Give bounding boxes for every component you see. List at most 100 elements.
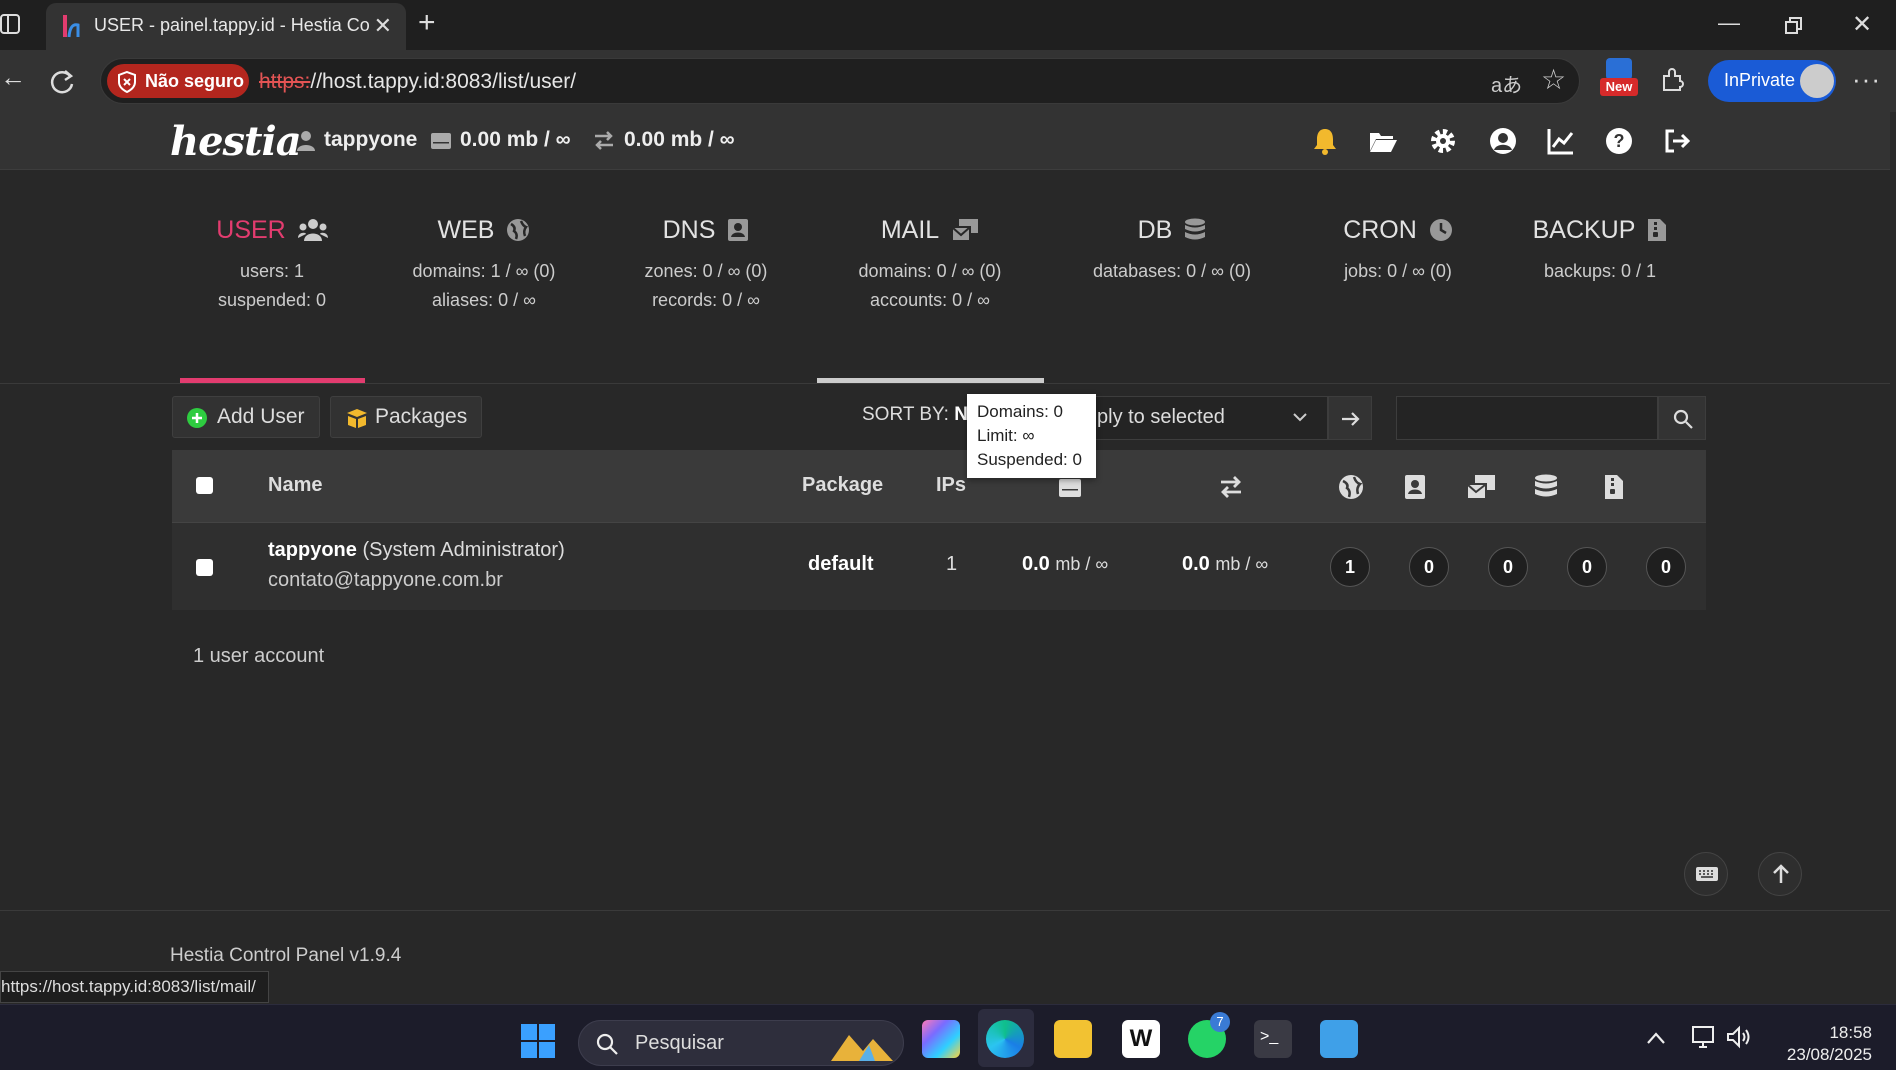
search-button[interactable] (1658, 396, 1706, 440)
user-circle-icon[interactable] (1488, 126, 1518, 156)
ips-cell: 1 (946, 553, 958, 575)
whatsapp-app-icon[interactable]: 7 (1188, 1012, 1230, 1058)
insecure-badge[interactable]: Não seguro (107, 64, 249, 98)
account-count: 1 user account (193, 645, 325, 667)
svg-text:?: ? (1614, 131, 1625, 151)
stats-chart-icon[interactable] (1546, 126, 1576, 156)
search-input[interactable] (1396, 396, 1658, 440)
stat-db[interactable]: DB databases: 0 / ∞ (0) (1072, 213, 1272, 282)
row-checkbox[interactable] (196, 559, 213, 576)
browser-address-bar: ← Não seguro https://host.tappy.id:8083/… (0, 50, 1896, 112)
chevron-up-icon[interactable] (1646, 1031, 1666, 1045)
packages-label: Packages (375, 405, 468, 428)
windows-start-icon[interactable] (520, 1023, 556, 1059)
footer-version: Hestia Control Panel v1.9.4 (170, 945, 402, 966)
sort-by[interactable]: SORT BY: N (862, 404, 968, 426)
stat-web[interactable]: WEB domains: 1 / ∞ (0) aliases: 0 / ∞ (384, 213, 584, 311)
bell-icon[interactable] (1310, 126, 1340, 156)
news-extension-icon[interactable]: New (1600, 56, 1638, 102)
address-book-header-icon (1405, 475, 1425, 499)
stat-cron-line1: jobs: 0 / ∞ (0) (1344, 261, 1452, 281)
volume-icon[interactable] (1726, 1025, 1752, 1049)
terminal-app-icon[interactable]: >_ (1254, 1020, 1292, 1058)
packages-button[interactable]: Packages (330, 396, 483, 438)
keyboard-shortcuts-button[interactable] (1684, 852, 1728, 896)
box-open-icon (347, 409, 367, 428)
stat-web-title: WEB (437, 215, 495, 244)
translate-icon[interactable]: aあ (1491, 69, 1522, 98)
web-count-badge[interactable]: 1 (1330, 547, 1370, 587)
stat-backup-line1: backups: 0 / 1 (1543, 261, 1657, 281)
sort-by-label: SORT BY: (862, 404, 949, 425)
apply-to-selected-select[interactable]: ply to selected (1092, 396, 1328, 440)
user-name-link[interactable]: tappyone (268, 539, 357, 561)
stat-mail[interactable]: MAIL domains: 0 / ∞ (0) accounts: 0 / ∞ (830, 213, 1030, 311)
scroll-top-button[interactable] (1758, 852, 1802, 896)
status-bar-url: https://host.tappy.id:8083/list/mail/ (0, 971, 269, 1003)
apply-button[interactable] (1328, 396, 1372, 440)
stat-dns-line2: records: 0 / ∞ (652, 290, 760, 310)
footer-divider (0, 910, 1896, 911)
logout-icon[interactable] (1662, 126, 1692, 156)
bw-value: 0.0 (1182, 553, 1210, 575)
edge-app-icon[interactable] (986, 1020, 1024, 1058)
w-app-icon[interactable]: W (1122, 1020, 1160, 1058)
disk-unit: mb / ∞ (1055, 554, 1109, 574)
database-icon (1185, 218, 1206, 240)
file-explorer-app-icon[interactable] (1054, 1020, 1092, 1058)
favorite-star-icon[interactable]: ☆ (1541, 63, 1566, 96)
gear-icon[interactable] (1428, 126, 1458, 156)
table-row[interactable]: tappyone (System Administrator) contato@… (172, 522, 1706, 610)
more-menu-icon[interactable]: ··· (1852, 64, 1881, 95)
mail-count-badge[interactable]: 0 (1488, 547, 1528, 587)
dns-count-badge[interactable]: 0 (1409, 547, 1449, 587)
db-count-badge[interactable]: 0 (1567, 547, 1607, 587)
disk-header-icon (1059, 479, 1081, 497)
reload-icon[interactable] (48, 68, 76, 96)
header-username[interactable]: tappyone (324, 128, 417, 152)
url-field[interactable]: Não seguro https://host.tappy.id:8083/li… (100, 58, 1580, 104)
taskbar-search[interactable]: Pesquisar (578, 1020, 904, 1066)
add-user-label: Add User (217, 405, 305, 428)
address-book-icon (728, 219, 749, 241)
folder-open-icon[interactable] (1368, 126, 1398, 156)
stat-user[interactable]: USER users: 1 suspended: 0 (172, 213, 372, 311)
header-bandwidth-usage: 0.00 mb / ∞ (624, 128, 735, 151)
browser-tab-active[interactable]: USER - painel.tappy.id - Hestia Co ✕ (46, 3, 406, 50)
tab-title: USER - painel.tappy.id - Hestia Co (94, 15, 370, 35)
stat-cron[interactable]: CRON jobs: 0 / ∞ (0) (1298, 213, 1498, 282)
add-user-button[interactable]: Add User (172, 396, 320, 438)
stat-backup[interactable]: BACKUP backups: 0 / 1 (1500, 213, 1700, 282)
col-package-header[interactable]: Package (802, 474, 883, 497)
inprivate-button[interactable]: InPrivate (1708, 60, 1836, 102)
network-icon[interactable] (1690, 1025, 1718, 1049)
backup-count-badge[interactable]: 0 (1646, 547, 1686, 587)
col-ips-header[interactable]: IPs (936, 474, 966, 497)
new-tab-icon[interactable]: + (418, 6, 436, 40)
hestia-logo[interactable]: hestia (170, 118, 302, 165)
copilot-app-icon[interactable] (922, 1020, 960, 1058)
window-close-icon[interactable]: ✕ (1852, 10, 1872, 39)
transfer-icon (595, 131, 613, 150)
page-scrollbar[interactable] (1890, 112, 1896, 1004)
restore-icon[interactable] (1784, 16, 1804, 36)
stat-dns[interactable]: DNS zones: 0 / ∞ (0) records: 0 / ∞ (606, 213, 806, 311)
help-icon[interactable]: ? (1604, 126, 1634, 156)
tab-close-icon[interactable]: ✕ (374, 13, 392, 39)
sidebar-toggle-icon[interactable] (0, 12, 22, 36)
stat-mail-line2: accounts: 0 / ∞ (870, 290, 990, 310)
plus-circle-icon (187, 408, 207, 428)
taskbar-clock[interactable]: 18:58 23/08/2025 (1772, 1022, 1872, 1066)
minimize-icon[interactable]: — (1718, 10, 1740, 36)
disk-value: 0.0 (1022, 553, 1050, 575)
extensions-icon[interactable] (1658, 66, 1686, 94)
back-icon[interactable]: ← (0, 62, 26, 93)
taskbar-search-placeholder: Pesquisar (635, 1032, 724, 1054)
notepad-app-icon[interactable] (1320, 1020, 1358, 1058)
arrow-up-icon (1773, 864, 1789, 883)
globe-icon (507, 219, 530, 241)
stat-mail-title: MAIL (880, 215, 940, 244)
package-cell[interactable]: default (808, 553, 874, 576)
col-name-header[interactable]: Name (268, 474, 322, 497)
select-all-checkbox[interactable] (196, 477, 213, 494)
